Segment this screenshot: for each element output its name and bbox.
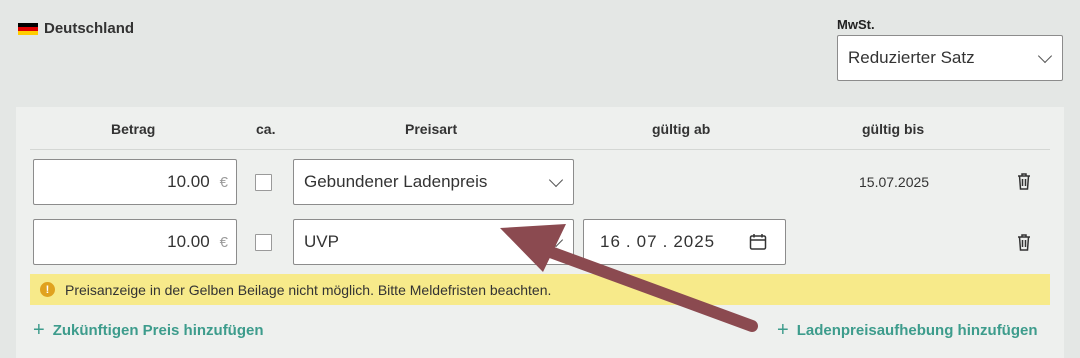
calendar-icon[interactable] [749,233,767,251]
valid-to-value: 15.07.2025 [859,174,930,190]
header-amount: Betrag [111,121,156,137]
country-name: Deutschland [44,20,135,37]
add-price-cancellation-link[interactable]: + Ladenpreisaufhebung hinzufügen [777,320,1038,340]
warning-notice: ! Preisanzeige in der Gelben Beilage nic… [30,274,1050,305]
date-day: 16 [600,232,621,251]
amount-input[interactable]: 10.00 € [33,219,237,265]
warning-icon: ! [40,282,55,297]
germany-flag-icon [18,22,38,35]
amount-input[interactable]: 10.00 € [33,159,237,205]
add-future-price-label: Zukünftigen Preis hinzufügen [52,321,264,339]
plus-icon: + [33,319,45,341]
date-year: 2025 [673,232,716,251]
approx-checkbox[interactable] [255,174,272,191]
header-valid-from: gültig ab [652,121,711,137]
date-month: 07 [636,232,658,251]
trash-icon[interactable] [1017,172,1031,190]
country-label: Deutschland [18,20,134,37]
vat-select[interactable]: Reduzierter Satz [837,35,1063,81]
header-approx: ca. [256,121,276,137]
currency-symbol: € [219,173,228,191]
vat-label: MwSt. [837,17,875,32]
plus-icon: + [777,319,789,341]
price-type-select[interactable]: UVP [293,219,574,265]
vat-select-value: Reduzierter Satz [848,48,975,67]
amount-value: 10.00 [167,232,210,251]
header-price-type: Preisart [405,121,458,137]
header-valid-to: gültig bis [862,121,925,137]
price-type-select[interactable]: Gebundener Ladenpreis [293,159,574,205]
add-future-price-link[interactable]: + Zukünftigen Preis hinzufügen [33,320,264,340]
header-divider [30,149,1050,150]
approx-checkbox[interactable] [255,234,272,251]
add-price-cancellation-label: Ladenpreisaufhebung hinzufügen [796,321,1038,339]
price-type-value: Gebundener Ladenpreis [304,172,488,191]
amount-value: 10.00 [167,172,210,191]
chevron-down-icon [548,172,564,188]
notice-text: Preisanzeige in der Gelben Beilage nicht… [65,281,552,298]
chevron-down-icon [548,232,564,248]
valid-from-date-input[interactable]: 16 . 07 . 2025 [583,219,786,265]
chevron-down-icon [1037,48,1053,64]
trash-icon[interactable] [1017,233,1031,251]
currency-symbol: € [219,233,228,251]
price-type-value: UVP [304,232,339,251]
